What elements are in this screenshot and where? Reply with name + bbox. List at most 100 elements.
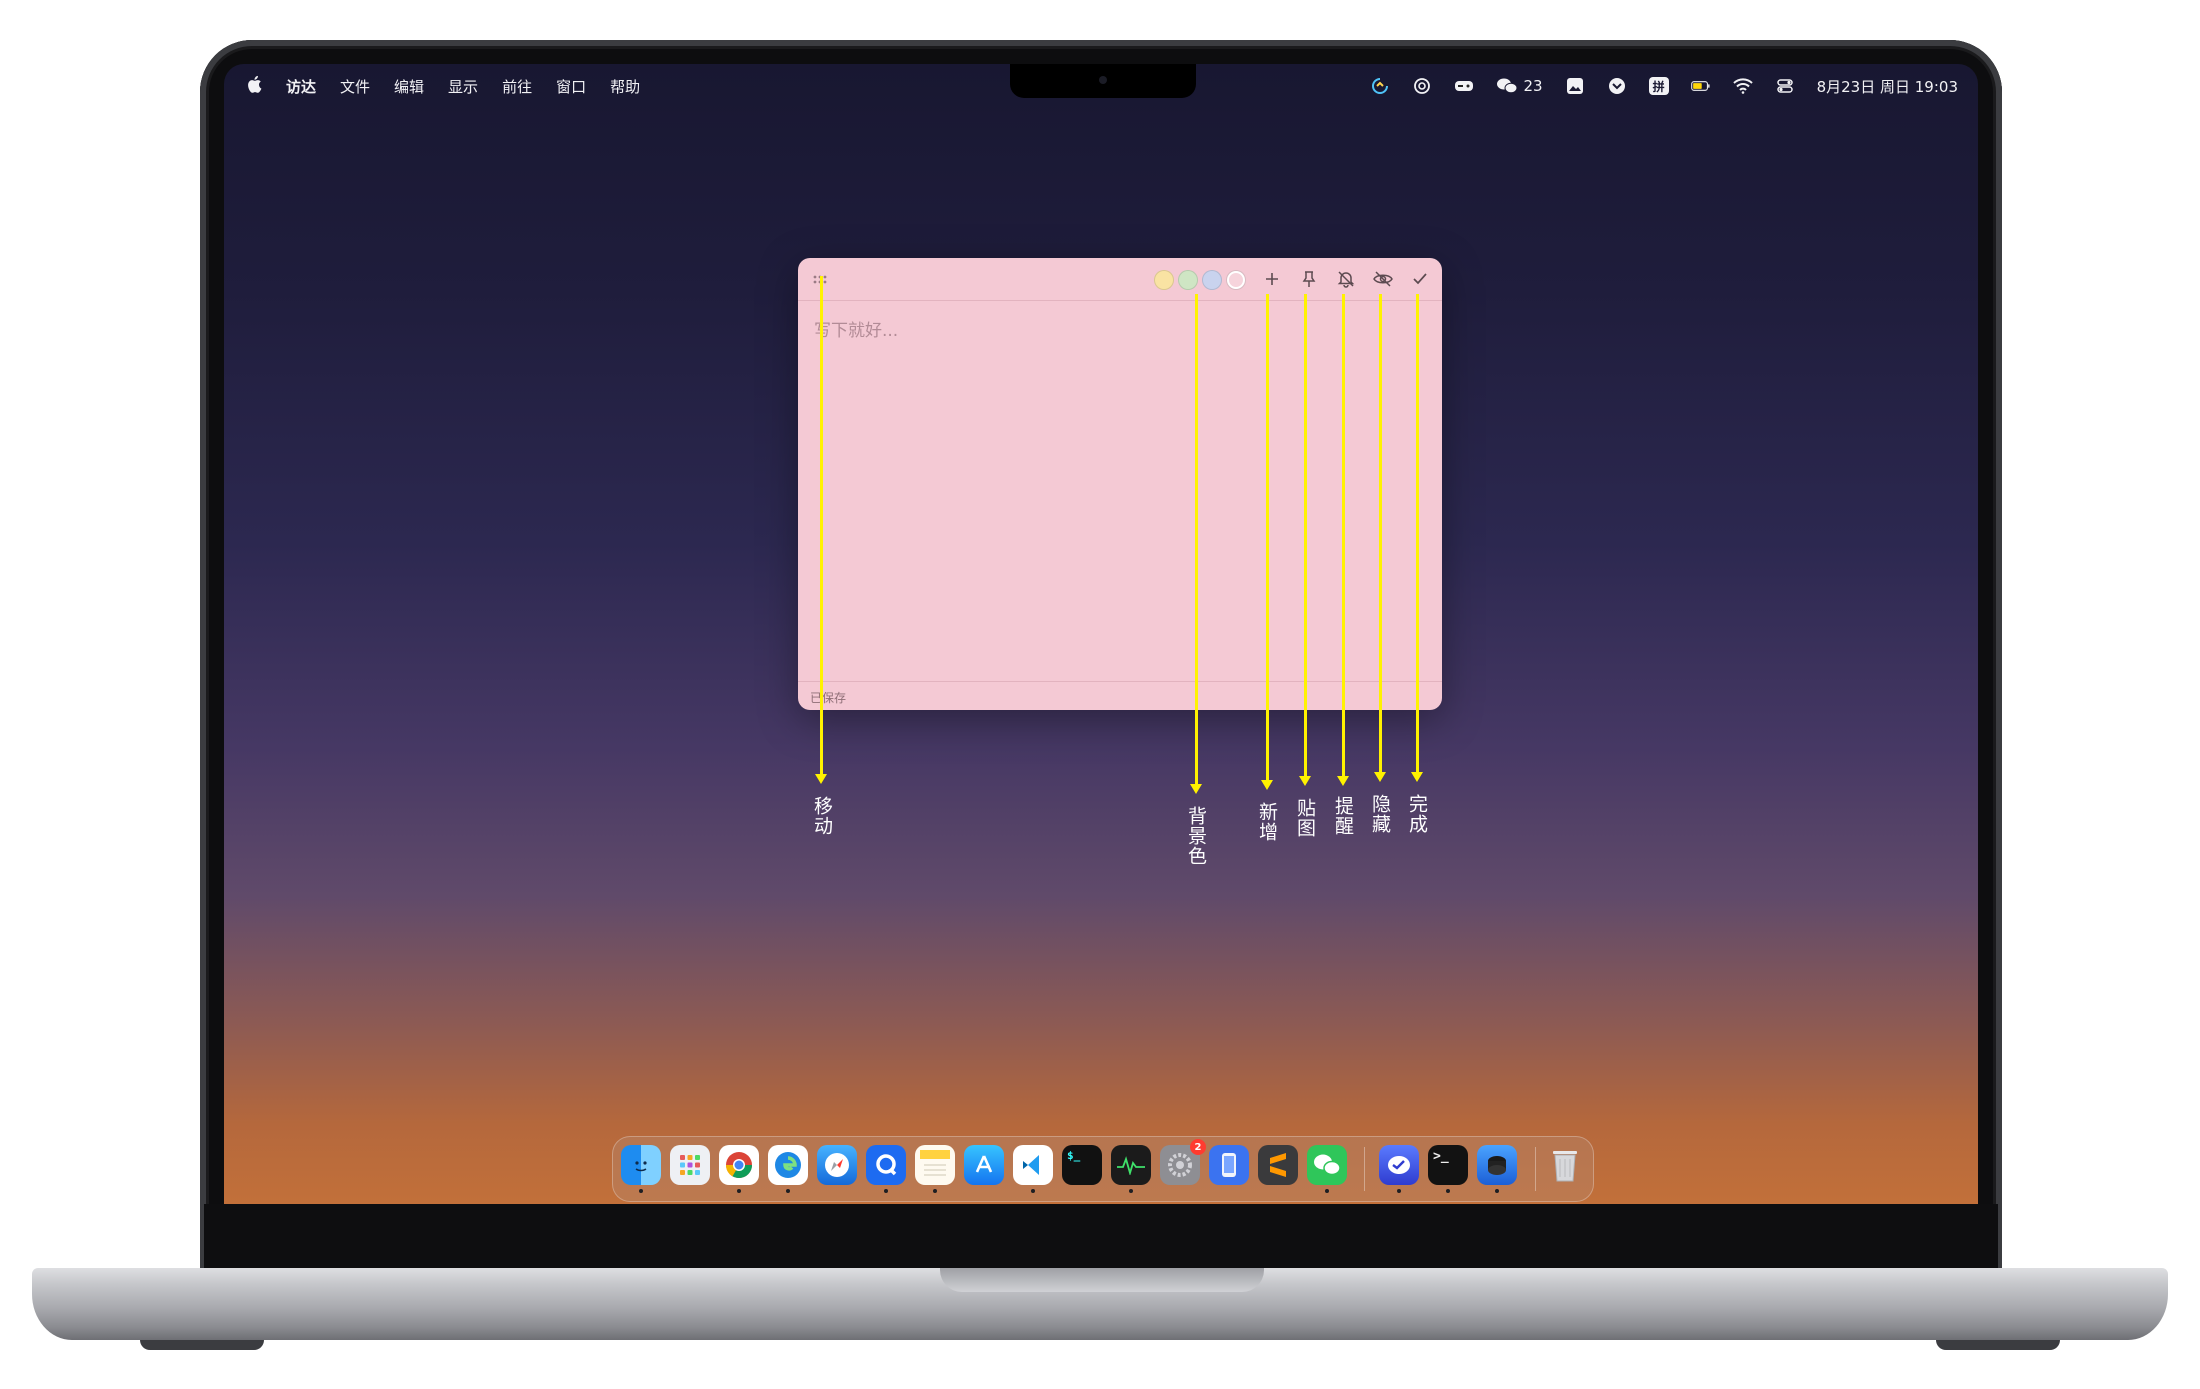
laptop-foot-left bbox=[140, 1340, 264, 1350]
menu-edit[interactable]: 编辑 bbox=[394, 76, 424, 97]
dock-running-dot bbox=[1397, 1189, 1401, 1193]
dock-separator bbox=[1364, 1147, 1365, 1191]
dock-running-dot bbox=[1446, 1189, 1450, 1193]
annotation-label-bg-color: 背景色 bbox=[1185, 806, 1207, 866]
settings-badge: 2 bbox=[1190, 1139, 1206, 1155]
image-icon[interactable] bbox=[1565, 76, 1585, 96]
iterm-icon[interactable]: $_ bbox=[1062, 1145, 1102, 1185]
add-note-button[interactable] bbox=[1260, 267, 1284, 291]
dock-running-dot bbox=[1031, 1189, 1035, 1193]
annotation-line-remind bbox=[1342, 294, 1345, 778]
color-swatch-green[interactable] bbox=[1178, 270, 1198, 290]
pin-icon bbox=[1302, 271, 1316, 287]
trash-icon[interactable] bbox=[1545, 1145, 1585, 1185]
color-swatch-pink[interactable] bbox=[1226, 270, 1246, 290]
battery-icon[interactable] bbox=[1690, 76, 1711, 96]
annotation-arrow-pin bbox=[1299, 776, 1311, 786]
activity-monitor-icon[interactable] bbox=[1111, 1145, 1151, 1185]
vpn-client-icon[interactable] bbox=[1379, 1145, 1419, 1185]
dock-running-dot bbox=[1129, 1189, 1133, 1193]
note-tools bbox=[1260, 267, 1432, 291]
eye-off-icon bbox=[1373, 271, 1393, 287]
dock-running-dot bbox=[737, 1189, 741, 1193]
wechat-icon[interactable] bbox=[1307, 1145, 1347, 1185]
annotation-arrow-done bbox=[1411, 772, 1423, 782]
hide-button[interactable] bbox=[1371, 267, 1395, 291]
dock-running-dot bbox=[786, 1189, 790, 1193]
annotation-arrow-add bbox=[1261, 780, 1273, 790]
laptop-foot-right bbox=[1936, 1340, 2060, 1350]
app-menu-finder[interactable]: 访达 bbox=[286, 76, 316, 97]
vscode-icon[interactable] bbox=[1013, 1145, 1053, 1185]
reminder-button[interactable] bbox=[1334, 267, 1358, 291]
menu-go[interactable]: 前往 bbox=[502, 76, 532, 97]
menubar-clock[interactable]: 8月23日 周日 19:03 bbox=[1817, 76, 1958, 97]
annotation-arrow-hide bbox=[1374, 772, 1386, 782]
disk-utility-icon[interactable] bbox=[1477, 1145, 1517, 1185]
simulator-icon[interactable] bbox=[1209, 1145, 1249, 1185]
checkmark-icon bbox=[1413, 273, 1427, 285]
control-center-icon[interactable] bbox=[1775, 76, 1795, 96]
appstore-icon[interactable] bbox=[964, 1145, 1004, 1185]
game-controller-icon[interactable] bbox=[1454, 76, 1474, 96]
dock-running-dot bbox=[884, 1189, 888, 1193]
desktop-screen: 访达 文件 编辑 显示 前往 窗口 帮助 23 拼 8月23日 周日 19:03… bbox=[224, 64, 1978, 1204]
terminal-icon[interactable]: >_ bbox=[1428, 1145, 1468, 1185]
menu-file[interactable]: 文件 bbox=[340, 76, 370, 97]
annotation-line-add bbox=[1266, 294, 1269, 782]
dock-running-dot bbox=[1325, 1189, 1329, 1193]
laptop-opening-lip bbox=[940, 1268, 1264, 1292]
annotation-line-pin bbox=[1304, 294, 1307, 778]
annotation-arrow-remind bbox=[1337, 776, 1349, 786]
save-status: 已保存 bbox=[810, 691, 847, 705]
wechat-count: 23 bbox=[1523, 77, 1543, 95]
apple-menu-icon[interactable] bbox=[246, 75, 262, 98]
dock-running-dot bbox=[1495, 1189, 1499, 1193]
sync-status-icon[interactable] bbox=[1370, 76, 1390, 96]
color-swatch-yellow[interactable] bbox=[1154, 270, 1174, 290]
annotation-label-pin: 贴图 bbox=[1294, 798, 1316, 838]
camera-notch bbox=[1010, 64, 1196, 98]
annotation-arrow-bg-color bbox=[1190, 784, 1202, 794]
pin-button[interactable] bbox=[1297, 267, 1321, 291]
dock-running-dot bbox=[933, 1189, 937, 1193]
dock: $_ 2 >_ bbox=[612, 1136, 1594, 1202]
menubar: 访达 文件 编辑 显示 前往 窗口 帮助 23 拼 8月23日 周日 19:03 bbox=[224, 64, 1978, 108]
color-swatches bbox=[1154, 270, 1246, 290]
camera-icon bbox=[1099, 76, 1107, 84]
finder-icon[interactable] bbox=[621, 1145, 661, 1185]
annotation-line-move bbox=[820, 276, 823, 776]
menu-window[interactable]: 窗口 bbox=[556, 76, 586, 97]
menu-help[interactable]: 帮助 bbox=[610, 76, 640, 97]
input-method-icon[interactable]: 拼 bbox=[1648, 76, 1669, 96]
laptop-chin bbox=[204, 1204, 1998, 1268]
qq-browser-icon[interactable] bbox=[866, 1145, 906, 1185]
wifi-icon[interactable] bbox=[1732, 76, 1753, 96]
plus-icon bbox=[1266, 273, 1278, 285]
note-toolbar bbox=[798, 258, 1442, 301]
note-footer: 已保存 bbox=[798, 681, 1442, 710]
notes-icon[interactable] bbox=[915, 1145, 955, 1185]
annotation-label-hide: 隐藏 bbox=[1369, 794, 1391, 834]
wechat-status-item[interactable]: 23 bbox=[1496, 77, 1543, 95]
menu-view[interactable]: 显示 bbox=[448, 76, 478, 97]
dock-running-dot bbox=[639, 1189, 643, 1193]
annotation-line-hide bbox=[1379, 294, 1382, 774]
edge-icon[interactable] bbox=[768, 1145, 808, 1185]
sublime-text-icon[interactable] bbox=[1258, 1145, 1298, 1185]
launchpad-icon[interactable] bbox=[670, 1145, 710, 1185]
annotation-label-remind: 提醒 bbox=[1332, 796, 1354, 836]
chrome-icon[interactable] bbox=[719, 1145, 759, 1185]
annotation-arrow-move bbox=[815, 774, 827, 784]
chatgpt-icon[interactable] bbox=[1412, 76, 1432, 96]
safari-icon[interactable] bbox=[817, 1145, 857, 1185]
system-settings-icon[interactable]: 2 bbox=[1160, 1139, 1206, 1185]
note-text-area[interactable]: 写下就好... bbox=[814, 316, 1426, 668]
color-swatch-blue[interactable] bbox=[1202, 270, 1222, 290]
reminder-app-icon[interactable] bbox=[1607, 76, 1627, 96]
annotation-line-bg-color bbox=[1195, 294, 1198, 786]
sticky-note-window: 写下就好... 已保存 bbox=[798, 258, 1442, 710]
annotation-line-done bbox=[1416, 294, 1419, 774]
annotation-label-add: 新增 bbox=[1256, 802, 1278, 842]
done-button[interactable] bbox=[1408, 267, 1432, 291]
